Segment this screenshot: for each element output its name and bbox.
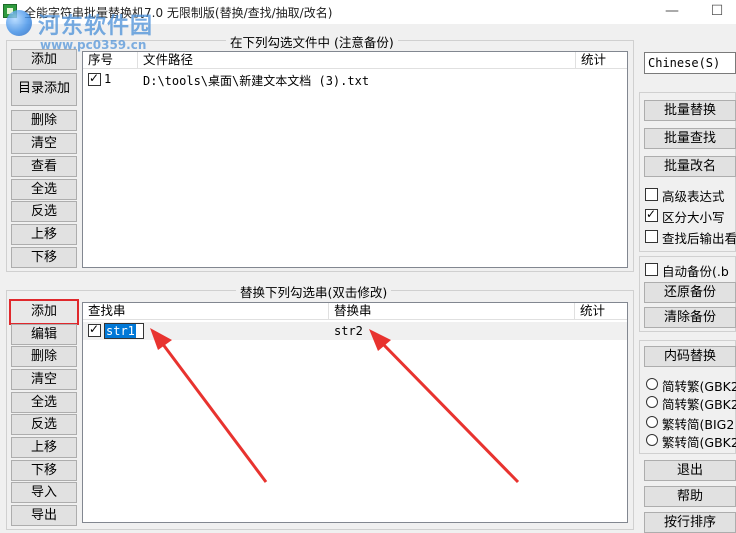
batch-replace-button[interactable]: 批量替换	[644, 100, 736, 121]
exit-button[interactable]: 退出	[644, 460, 736, 481]
maximize-button[interactable]: ☐	[705, 2, 729, 20]
replace-col-stat[interactable]: 统计	[575, 303, 627, 320]
replace-move-down-button[interactable]: 下移	[11, 460, 77, 481]
restore-backup-button[interactable]: 还原备份	[644, 282, 736, 303]
files-group-title: 在下列勾选文件中 (注意备份)	[226, 32, 398, 51]
t2s-gbk-radio[interactable]	[646, 434, 658, 446]
file-row-index: 1	[104, 72, 112, 86]
replace-clear-button[interactable]: 清空	[11, 369, 77, 390]
string-row-checkbox[interactable]	[88, 322, 101, 337]
title-bar: 全能字符串批量替换机7.0 无限制版(替换/查找/抽取/改名) — ☐	[0, 0, 736, 24]
language-select[interactable]: Chinese(S)	[644, 52, 736, 74]
replace-edit-button[interactable]: 编辑	[11, 324, 77, 345]
files-invert-button[interactable]: 反选	[11, 201, 77, 222]
replace-select-all-button[interactable]: 全选	[11, 392, 77, 413]
files-select-all-button[interactable]: 全选	[11, 179, 77, 200]
files-add-dir-button[interactable]: 目录添加	[11, 73, 77, 106]
find-string-text: str1	[105, 324, 136, 338]
clear-backup-button[interactable]: 清除备份	[644, 307, 736, 328]
s2t-gbk-label-2: 简转繁(GBK2	[662, 397, 736, 412]
replace-delete-button[interactable]: 删除	[11, 346, 77, 367]
replace-move-up-button[interactable]: 上移	[11, 437, 77, 458]
files-delete-button[interactable]: 删除	[11, 110, 77, 131]
table-row[interactable]: str1 str2	[83, 322, 627, 340]
encoding-replace-button[interactable]: 内码替换	[644, 346, 736, 367]
files-move-down-button[interactable]: 下移	[11, 247, 77, 268]
t2s-big5-radio[interactable]	[646, 416, 658, 428]
auto-backup-checkbox[interactable]	[645, 263, 658, 276]
replace-list[interactable]: 查找串 替换串 统计 str1 str2	[82, 302, 628, 523]
files-view-button[interactable]: 查看	[11, 156, 77, 177]
find-string-editor[interactable]: str1	[104, 323, 144, 339]
regex-label: 高级表达式	[662, 189, 725, 204]
file-row-checkbox[interactable]	[88, 71, 101, 86]
auto-backup-label: 自动备份(.b	[662, 264, 729, 279]
files-move-up-button[interactable]: 上移	[11, 224, 77, 245]
help-button[interactable]: 帮助	[644, 486, 736, 507]
output-after-find-checkbox[interactable]	[645, 230, 658, 243]
import-button[interactable]: 导入	[11, 482, 77, 503]
replace-group-title: 替换下列勾选串(双击修改)	[236, 282, 392, 301]
regex-checkbox[interactable]	[645, 188, 658, 201]
files-add-button[interactable]: 添加	[11, 49, 77, 70]
case-sensitive-checkbox[interactable]	[645, 207, 658, 222]
s2t-gbk-radio-2[interactable]	[646, 396, 658, 408]
files-list[interactable]: 序号 文件路径 统计 1 D:\tools\桌面\新建文本文档 (3).txt	[82, 51, 628, 268]
case-sensitive-label: 区分大小写	[662, 210, 725, 225]
files-col-stat[interactable]: 统计	[576, 52, 627, 69]
replace-invert-button[interactable]: 反选	[11, 414, 77, 435]
window-title: 全能字符串批量替换机7.0 无限制版(替换/查找/抽取/改名)	[24, 6, 333, 20]
batch-find-button[interactable]: 批量查找	[644, 128, 736, 149]
replace-col-find[interactable]: 查找串	[83, 303, 329, 320]
batch-rename-button[interactable]: 批量改名	[644, 156, 736, 177]
s2t-gbk-label: 简转繁(GBK2	[662, 379, 736, 394]
replace-add-button[interactable]: 添加	[9, 299, 79, 325]
t2s-big5-label: 繁转简(BIG2	[662, 417, 735, 432]
s2t-gbk-radio[interactable]	[646, 378, 658, 390]
app-icon	[3, 4, 17, 18]
t2s-gbk-label: 繁转简(GBK2	[662, 435, 736, 450]
replace-col-replace[interactable]: 替换串	[329, 303, 575, 320]
files-col-path[interactable]: 文件路径	[138, 52, 576, 69]
files-col-index[interactable]: 序号	[83, 52, 138, 69]
replace-string-text: str2	[334, 324, 363, 338]
output-after-find-label: 查找后输出看	[662, 231, 736, 246]
file-row-path: D:\tools\桌面\新建文本文档 (3).txt	[143, 74, 370, 88]
files-clear-button[interactable]: 清空	[11, 133, 77, 154]
minimize-button[interactable]: —	[660, 2, 684, 20]
